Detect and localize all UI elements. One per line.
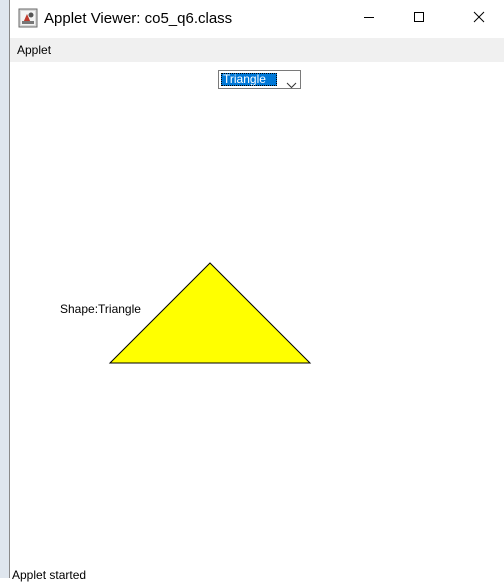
triangle-shape [108,262,312,364]
minimize-icon [363,10,375,28]
close-button[interactable] [456,0,502,38]
menu-item-applet[interactable]: Applet [17,43,51,57]
maximize-button[interactable] [396,0,442,38]
shape-select-value: Triangle [221,73,277,86]
java-applet-icon [18,8,38,28]
applet-viewer-window: Applet Viewer: co5_q6.class Applet Trian… [9,0,504,582]
maximize-icon [413,10,425,28]
window-title: Applet Viewer: co5_q6.class [44,10,233,27]
status-bar-text: Applet started [12,568,87,582]
chevron-down-icon[interactable] [286,76,297,89]
shape-canvas [108,262,312,364]
applet-content-area: Triangle Shape:Triangle Applet started [10,62,504,582]
close-icon [473,10,485,28]
title-bar[interactable]: Applet Viewer: co5_q6.class [10,0,504,38]
menu-bar: Applet [10,38,504,62]
shape-select[interactable]: Triangle [218,70,301,89]
background-desktop-strip [0,0,9,578]
minimize-button[interactable] [346,0,392,38]
